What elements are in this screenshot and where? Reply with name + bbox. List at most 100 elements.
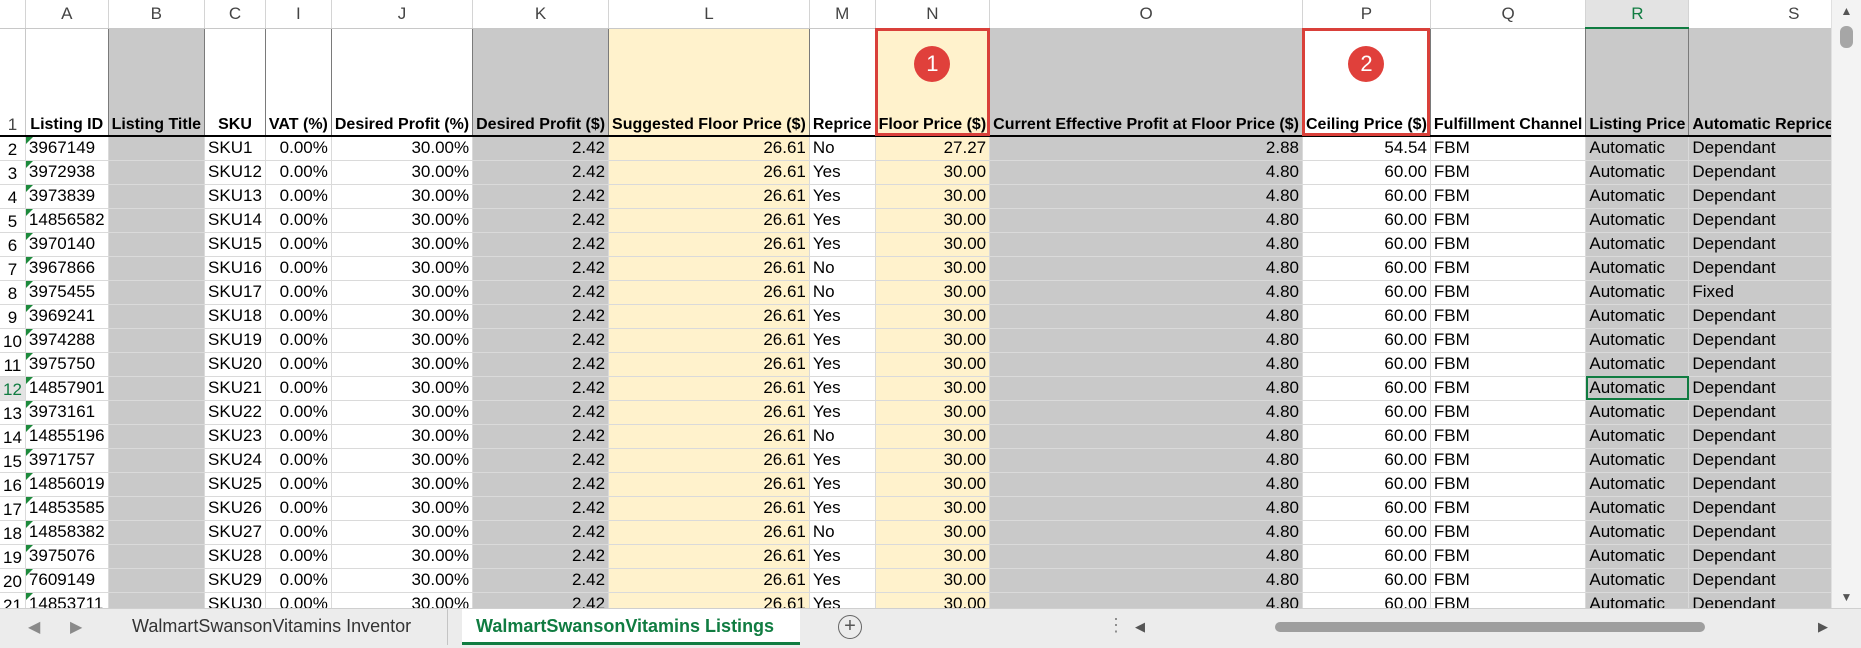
cell[interactable]: 4.80	[989, 592, 1303, 608]
cell[interactable]	[108, 352, 206, 377]
vertical-dots-icon[interactable]: ⋮	[1107, 615, 1125, 636]
cell[interactable]: 60.00	[1302, 256, 1431, 281]
cell[interactable]: 30.00	[875, 232, 991, 257]
cell[interactable]: 0.00%	[265, 400, 332, 425]
cell[interactable]: Dependant	[1688, 592, 1832, 608]
cell[interactable]: 2.42	[472, 184, 610, 209]
row-number[interactable]: 12	[0, 376, 26, 401]
cell[interactable]: 2.42	[472, 424, 610, 449]
cell[interactable]: 30.00	[875, 160, 991, 185]
cell[interactable]: Dependant	[1688, 304, 1832, 329]
cell[interactable]: SKU25	[204, 472, 266, 497]
cell[interactable]: 2.42	[472, 376, 610, 401]
row-number[interactable]: 3	[0, 160, 26, 185]
column-header[interactable]: M	[809, 0, 876, 29]
cell[interactable]: FBM	[1430, 256, 1587, 281]
cell[interactable]: 30.00%	[331, 352, 474, 377]
cell[interactable]: FBM	[1430, 592, 1587, 608]
row-number[interactable]: 13	[0, 400, 26, 425]
cell[interactable]: 4.80	[989, 160, 1303, 185]
cell[interactable]: 60.00	[1302, 520, 1431, 545]
cell[interactable]: 60.00	[1302, 592, 1431, 608]
cell[interactable]: 30.00	[875, 280, 991, 305]
cell[interactable]: Dependant	[1688, 208, 1832, 233]
column-header[interactable]: J	[331, 0, 474, 29]
scroll-down-icon[interactable]: ▼	[1832, 590, 1861, 604]
cell[interactable]: Dependant	[1688, 448, 1832, 473]
cell[interactable]: 30.00%	[331, 424, 474, 449]
cell[interactable]: 4.80	[989, 328, 1303, 353]
cell[interactable]: 60.00	[1302, 424, 1431, 449]
cell[interactable]: 27.27	[875, 136, 991, 161]
cell[interactable]: 30.00	[875, 496, 991, 521]
row-number[interactable]: 15	[0, 448, 26, 473]
cell[interactable]	[108, 328, 206, 353]
cell[interactable]: 0.00%	[265, 544, 332, 569]
cell[interactable]: Dependant	[1688, 256, 1832, 281]
cell[interactable]: 2.42	[472, 400, 610, 425]
cell[interactable]	[108, 400, 206, 425]
cell[interactable]: Automatic	[1585, 208, 1690, 233]
header-cell[interactable]: SKU	[204, 28, 266, 137]
cell[interactable]: 4.80	[989, 376, 1303, 401]
cell[interactable]: No	[809, 256, 876, 281]
cell[interactable]: 60.00	[1302, 304, 1431, 329]
cell[interactable]: 2.42	[472, 304, 610, 329]
cell[interactable]: Dependant	[1688, 232, 1832, 257]
column-header[interactable]: R	[1585, 0, 1690, 29]
cell[interactable]: 14853711	[25, 592, 109, 608]
cell[interactable]: Yes	[809, 496, 876, 521]
cell[interactable]: Automatic	[1585, 160, 1690, 185]
column-header[interactable]: C	[204, 0, 266, 29]
header-cell[interactable]: Listing Price	[1585, 28, 1690, 137]
cell[interactable]: 30.00%	[331, 544, 474, 569]
cell[interactable]: Yes	[809, 184, 876, 209]
cell[interactable]: 2.42	[472, 136, 610, 161]
cell[interactable]: 0.00%	[265, 328, 332, 353]
cell[interactable]: 3970140	[25, 232, 109, 257]
cell[interactable]: 0.00%	[265, 448, 332, 473]
column-header[interactable]: L	[608, 0, 810, 29]
cell[interactable]: 26.61	[608, 376, 810, 401]
cell[interactable]: 30.00%	[331, 520, 474, 545]
cell[interactable]	[108, 304, 206, 329]
cell[interactable]: 0.00%	[265, 160, 332, 185]
row-number[interactable]: 4	[0, 184, 26, 209]
cell[interactable]: 3975455	[25, 280, 109, 305]
cell[interactable]: SKU19	[204, 328, 266, 353]
column-header[interactable]: K	[472, 0, 610, 29]
cell[interactable]: 2.42	[472, 208, 610, 233]
cell[interactable]: 60.00	[1302, 472, 1431, 497]
cell[interactable]: 60.00	[1302, 352, 1431, 377]
cell[interactable]: SKU1	[204, 136, 266, 161]
cell[interactable]: 4.80	[989, 232, 1303, 257]
cell[interactable]: 2.88	[989, 136, 1303, 161]
cell[interactable]: 3973161	[25, 400, 109, 425]
cell[interactable]: 4.80	[989, 568, 1303, 593]
cell[interactable]: 60.00	[1302, 160, 1431, 185]
cell[interactable]: 14856582	[25, 208, 109, 233]
cell[interactable]	[108, 568, 206, 593]
cell[interactable]	[108, 232, 206, 257]
cell[interactable]: 3973839	[25, 184, 109, 209]
cell[interactable]: SKU16	[204, 256, 266, 281]
header-cell[interactable]: Current Effective Profit at Floor Price …	[989, 28, 1303, 137]
cell[interactable]: 3975750	[25, 352, 109, 377]
cell[interactable]: Yes	[809, 448, 876, 473]
cell[interactable]: 4.80	[989, 544, 1303, 569]
cell[interactable]	[108, 472, 206, 497]
column-header[interactable]: N	[875, 0, 991, 29]
header-cell[interactable]: Desired Profit ($)	[472, 28, 610, 137]
cell[interactable]: FBM	[1430, 232, 1587, 257]
cell[interactable]: 26.61	[608, 352, 810, 377]
cell[interactable]: 60.00	[1302, 328, 1431, 353]
cell[interactable]: 30.00	[875, 544, 991, 569]
cell[interactable]: 26.61	[608, 544, 810, 569]
cell[interactable]: 30.00%	[331, 232, 474, 257]
cell[interactable]: 14855196	[25, 424, 109, 449]
cell[interactable]: 30.00	[875, 208, 991, 233]
cell[interactable]: 3967149	[25, 136, 109, 161]
cell[interactable]: SKU24	[204, 448, 266, 473]
header-cell[interactable]: Suggested Floor Price ($)	[608, 28, 810, 137]
cell[interactable]: 60.00	[1302, 544, 1431, 569]
